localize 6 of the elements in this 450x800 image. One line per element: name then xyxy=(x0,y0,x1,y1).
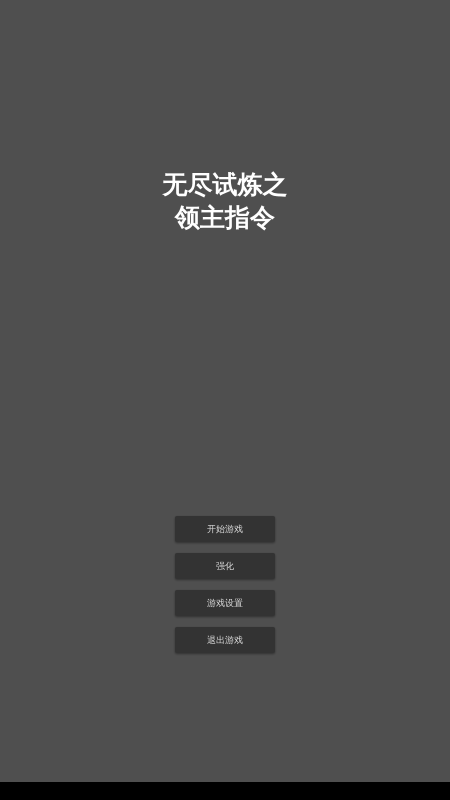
menu-button[interactable]: 游戏设置 xyxy=(175,590,275,616)
menu-button[interactable]: 强化 xyxy=(175,553,275,579)
game-title: 无尽试炼之 xyxy=(162,169,288,201)
menu-button[interactable]: 退出游戏 xyxy=(175,627,275,653)
menu-button[interactable]: 开始游戏 xyxy=(175,516,275,542)
game-title: 领主指令 xyxy=(175,202,275,234)
